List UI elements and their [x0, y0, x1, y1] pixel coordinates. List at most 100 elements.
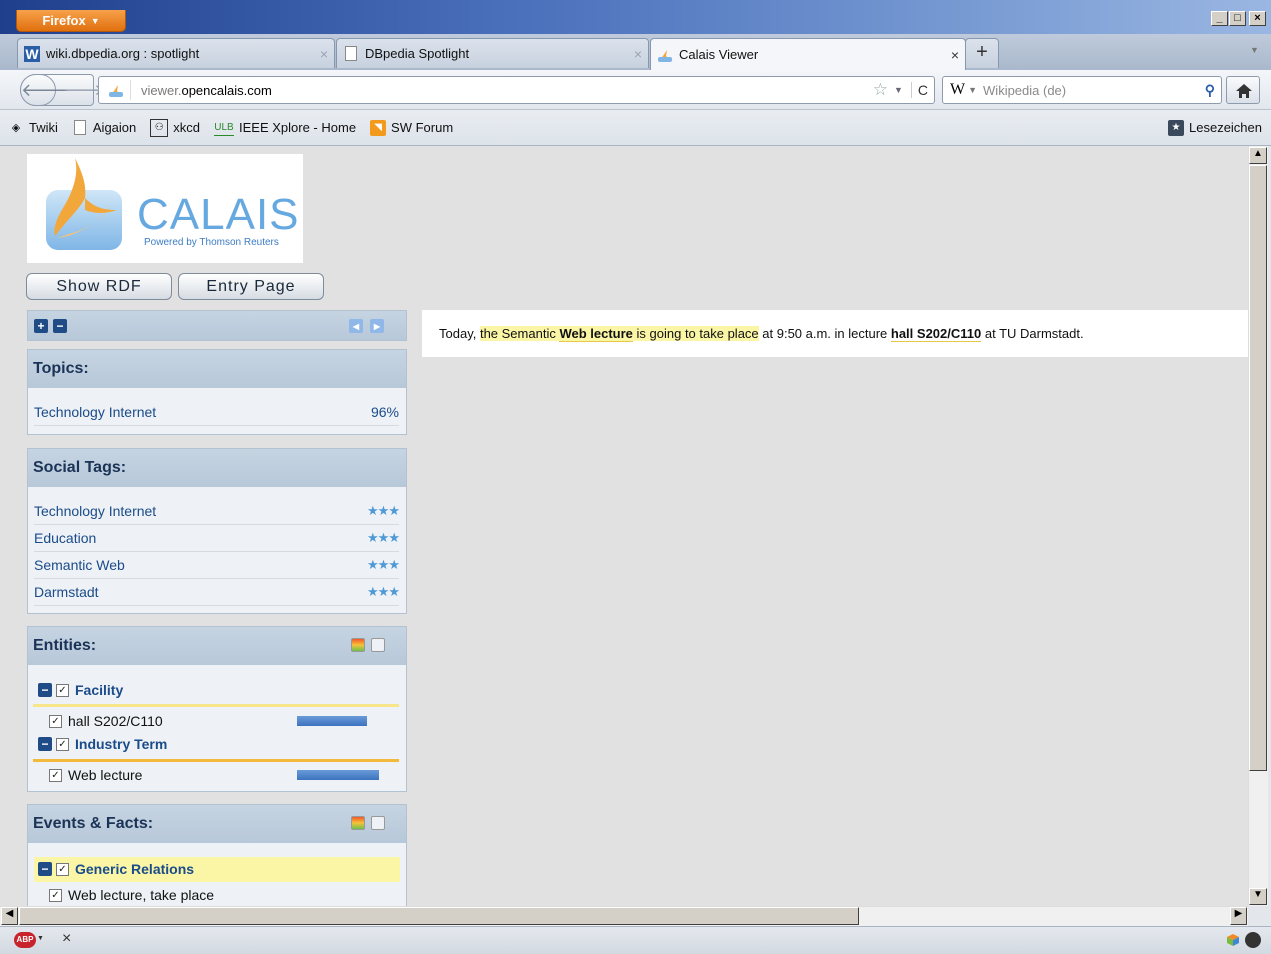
analyzed-text-box: Today, the Semantic Web lecture is going…: [422, 310, 1248, 357]
wikipedia-icon: W: [24, 45, 40, 62]
scroll-right-icon[interactable]: ▶: [1230, 907, 1247, 925]
bookmark-aigaion[interactable]: Aigaion: [72, 120, 136, 136]
engine-dropdown-icon[interactable]: ▼: [968, 85, 977, 95]
social-tag-row[interactable]: Education ★★★: [34, 525, 400, 552]
tab-title: wiki.dbpedia.org : spotlight: [46, 46, 200, 61]
collapse-group-icon[interactable]: −: [38, 737, 52, 751]
scroll-down-icon[interactable]: ▼: [1249, 888, 1267, 905]
bookmark-sw-forum[interactable]: ◥ SW Forum: [370, 119, 453, 136]
tab-dbpedia-spotlight[interactable]: DBpedia Spotlight ×: [336, 38, 649, 68]
topic-row[interactable]: Technology Internet 96%: [34, 399, 399, 426]
home-button[interactable]: [1226, 76, 1260, 104]
event-label: Web lecture, take place: [68, 887, 215, 903]
wikipedia-engine-icon[interactable]: W: [950, 81, 965, 99]
bookmarks-menu-button[interactable]: ★ Lesezeichen: [1168, 119, 1262, 136]
clear-highlight-icon[interactable]: [371, 638, 385, 652]
close-tab-icon[interactable]: ×: [320, 46, 328, 62]
social-tag-row[interactable]: Technology Internet ★★★: [34, 498, 400, 525]
home-icon: [1236, 84, 1252, 98]
relevance-bar: [297, 770, 379, 780]
tab-list-icon[interactable]: ▼: [1250, 45, 1259, 55]
next-icon[interactable]: ▶: [370, 319, 384, 333]
entity-checkbox[interactable]: ✓: [49, 768, 62, 782]
adblock-dropdown-icon[interactable]: ▼: [37, 935, 44, 942]
collapse-group-icon[interactable]: −: [38, 862, 52, 876]
horizontal-scroll-thumb[interactable]: [19, 907, 859, 925]
bookmark-ieee-xplore[interactable]: ULB IEEE Xplore - Home: [214, 119, 356, 136]
previous-icon[interactable]: ◀: [349, 319, 363, 333]
status-close-icon[interactable]: ×: [62, 930, 71, 948]
bookmark-label: IEEE Xplore - Home: [239, 120, 357, 135]
scroll-up-icon[interactable]: ▲: [1249, 147, 1267, 164]
entity-mention-web-lecture[interactable]: Web lecture: [559, 326, 633, 342]
group-color-rule: [33, 704, 399, 707]
minimize-button[interactable]: _: [1211, 11, 1228, 26]
topics-panel: Topics: Technology Internet 96%: [27, 349, 407, 435]
group-checkbox[interactable]: ✓: [56, 737, 69, 751]
url-bar[interactable]: viewer.opencalais.com ☆ ▼ C: [98, 76, 935, 104]
collapse-group-icon[interactable]: −: [38, 683, 52, 697]
xkcd-icon: ⚇: [150, 118, 169, 137]
close-tab-icon[interactable]: ×: [634, 46, 642, 62]
tab-wiki-dbpedia[interactable]: W wiki.dbpedia.org : spotlight ×: [17, 38, 335, 68]
social-tag-label: Semantic Web: [34, 557, 125, 573]
entity-label: hall S202/C110: [68, 713, 163, 729]
group-checkbox[interactable]: ✓: [56, 862, 69, 876]
group-checkbox[interactable]: ✓: [56, 683, 69, 697]
url-text[interactable]: viewer.opencalais.com: [141, 83, 272, 98]
event-item[interactable]: ✓ Web lecture, take place: [49, 887, 214, 903]
entity-item[interactable]: ✓ hall S202/C110: [49, 713, 163, 729]
adblock-plus-icon[interactable]: ABP: [14, 932, 36, 948]
reload-icon[interactable]: C: [910, 82, 928, 98]
entity-checkbox[interactable]: ✓: [49, 714, 62, 728]
color-legend-icon[interactable]: [351, 638, 365, 652]
show-rdf-button[interactable]: Show RDF: [26, 273, 172, 300]
search-input[interactable]: Wikipedia (de): [983, 83, 1066, 98]
social-tags-title: Social Tags:: [28, 449, 406, 487]
close-window-button[interactable]: ×: [1249, 11, 1266, 26]
vertical-scroll-thumb[interactable]: [1249, 165, 1267, 771]
search-icon[interactable]: ⚲: [1205, 82, 1215, 99]
text-highlight-relation[interactable]: the Semantic Web lecture is going to tak…: [479, 326, 759, 342]
events-title: Events & Facts:: [28, 805, 406, 843]
tab-title: Calais Viewer: [679, 47, 759, 62]
url-dropdown-icon[interactable]: ▼: [894, 85, 903, 95]
entity-item[interactable]: ✓ Web lecture: [49, 767, 142, 783]
bookmark-twiki[interactable]: ◈ Twiki: [8, 120, 58, 136]
addon-status-icon[interactable]: [1245, 932, 1261, 948]
events-facts-panel: Events & Facts: − ✓ Generic Relations ✓ …: [27, 804, 407, 906]
bookmark-xkcd[interactable]: ⚇ xkcd: [150, 118, 200, 137]
new-tab-button[interactable]: +: [965, 38, 999, 68]
search-bar[interactable]: W ▼ Wikipedia (de) ⚲: [942, 76, 1222, 104]
text-segment: at 9:50 a.m. in lecture: [758, 326, 891, 341]
event-checkbox[interactable]: ✓: [49, 888, 62, 902]
entity-group-industry-term[interactable]: − ✓ Industry Term: [38, 736, 167, 752]
expand-all-icon[interactable]: +: [34, 319, 48, 333]
maximize-button[interactable]: □: [1229, 11, 1246, 26]
social-tag-row[interactable]: Darmstadt ★★★: [34, 579, 400, 606]
event-group-generic-relations[interactable]: − ✓ Generic Relations: [38, 861, 194, 877]
color-legend-icon[interactable]: [351, 816, 365, 830]
bookmark-star-icon[interactable]: ☆: [873, 80, 888, 100]
scroll-left-icon[interactable]: ◀: [1, 907, 18, 925]
social-tag-row[interactable]: Semantic Web ★★★: [34, 552, 400, 579]
entity-group-facility[interactable]: − ✓ Facility: [38, 682, 123, 698]
entry-page-button[interactable]: Entry Page: [178, 273, 324, 300]
close-tab-icon[interactable]: ×: [951, 47, 959, 63]
tab-calais-viewer[interactable]: Calais Viewer ×: [650, 38, 966, 70]
bookmarks-menu-label: Lesezeichen: [1189, 120, 1262, 135]
back-button[interactable]: 🡐: [20, 74, 69, 106]
entity-mention-hall[interactable]: hall S202/C110: [890, 326, 982, 342]
clear-highlight-icon[interactable]: [371, 816, 385, 830]
calais-logo[interactable]: CALAIS Powered by Thomson Reuters: [27, 154, 303, 263]
site-identity-icon[interactable]: [108, 80, 131, 100]
firefox-menu-button[interactable]: Firefox ▼: [16, 10, 126, 32]
collapse-all-icon[interactable]: −: [53, 319, 67, 333]
logo-wordmark: CALAIS: [137, 190, 300, 239]
text-segment: Today,: [439, 326, 480, 341]
group-color-rule: [33, 759, 399, 762]
social-tags-panel: Social Tags: Technology Internet ★★★ Edu…: [27, 448, 407, 614]
addon-cube-icon[interactable]: [1226, 933, 1240, 947]
topics-title: Topics:: [28, 350, 406, 388]
social-tag-label: Darmstadt: [34, 584, 99, 600]
